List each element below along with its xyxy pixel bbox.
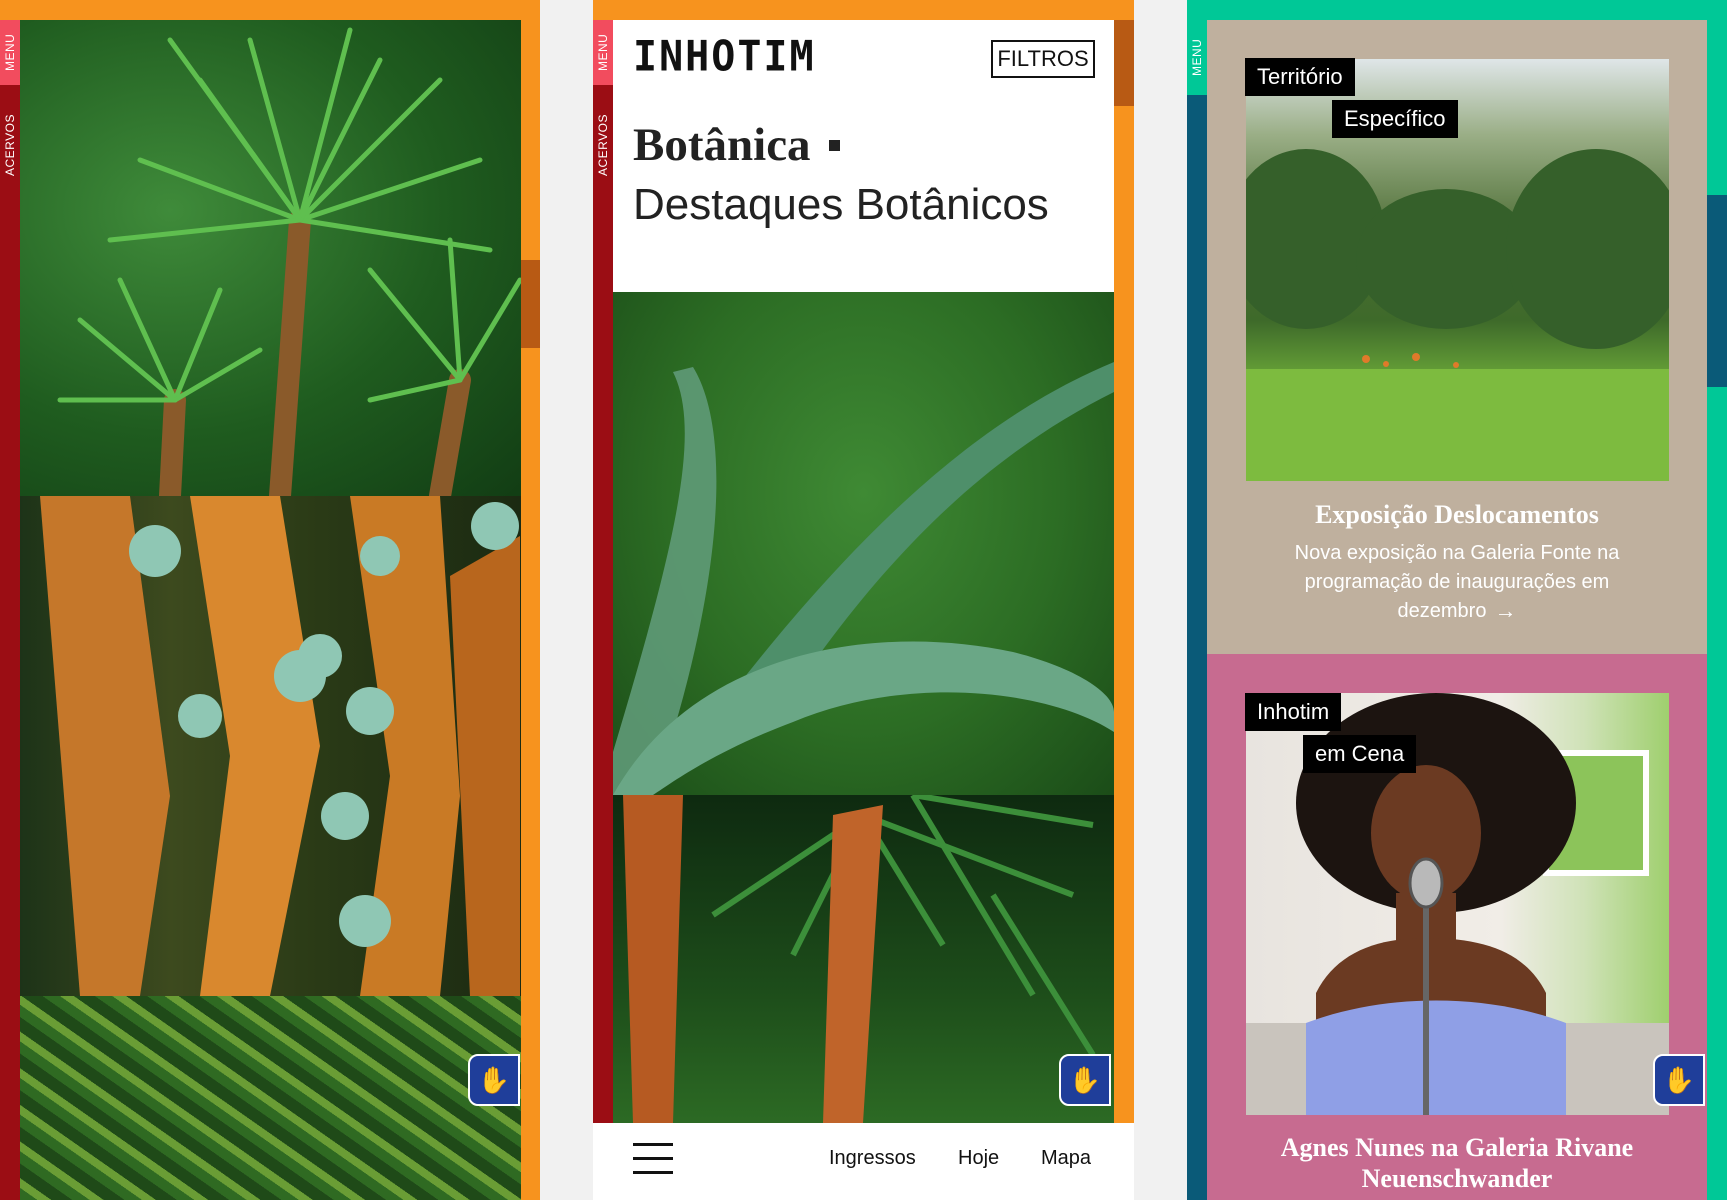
side-strip bbox=[1187, 95, 1207, 1200]
nav-hoje[interactable]: Hoje bbox=[958, 1147, 999, 1170]
accessibility-button[interactable]: ✋ bbox=[1653, 1054, 1705, 1106]
card-territorio[interactable]: Território Específico Exposição Deslocam… bbox=[1207, 20, 1707, 654]
scrollbar-thumb[interactable] bbox=[1114, 20, 1134, 106]
botanical-photo-palm-fruits[interactable] bbox=[20, 496, 521, 996]
landscape-illustration bbox=[1246, 149, 1669, 481]
card-desc-line-1: Nova exposição na Galeria Fonte na bbox=[1294, 542, 1620, 564]
acervos-label[interactable]: ACERVOS bbox=[0, 90, 20, 200]
acervos-tab[interactable] bbox=[0, 85, 20, 1200]
sign-language-icon: ✋ bbox=[477, 1064, 511, 1095]
card-title[interactable]: Exposição Deslocamentos bbox=[1207, 500, 1707, 530]
menu-label[interactable]: MENU bbox=[0, 20, 20, 85]
botanical-photo-palms[interactable] bbox=[613, 795, 1114, 1123]
acervos-tab[interactable] bbox=[593, 85, 613, 1125]
card-tag-2: em Cena bbox=[1303, 735, 1417, 773]
top-bar bbox=[1187, 0, 1727, 20]
card-title-line-2[interactable]: Neuenschwander bbox=[1207, 1164, 1707, 1194]
screen-botanica: MENU ACERVOS INHOTIM FILTROS Botânica De… bbox=[593, 0, 1134, 1200]
top-bar bbox=[0, 0, 540, 20]
card-desc-line-2: programação de inaugurações em bbox=[1304, 571, 1610, 593]
header: INHOTIM FILTROS Botânica Destaques Botân… bbox=[613, 20, 1114, 292]
botanical-photo-canopy[interactable] bbox=[20, 996, 521, 1200]
accessibility-button[interactable]: ✋ bbox=[468, 1054, 520, 1106]
arrow-right-icon[interactable]: → bbox=[1494, 598, 1516, 624]
menu-label[interactable]: MENU bbox=[1187, 20, 1207, 95]
acervos-label[interactable]: ACERVOS bbox=[593, 90, 613, 200]
logo[interactable]: INHOTIM bbox=[633, 33, 816, 81]
filter-button[interactable]: FILTROS bbox=[991, 40, 1095, 78]
page-title: Botânica bbox=[633, 119, 811, 171]
botanical-photo-leaf[interactable] bbox=[613, 292, 1114, 795]
card-title-line-1[interactable]: Agnes Nunes na Galeria Rivane bbox=[1207, 1133, 1707, 1163]
card-tag-1: Território bbox=[1245, 58, 1355, 96]
pine-illustration bbox=[57, 27, 521, 496]
hamburger-icon[interactable] bbox=[633, 1143, 673, 1175]
bottom-nav: Ingressos Hoje Mapa bbox=[593, 1123, 1134, 1200]
nav-ingressos[interactable]: Ingressos bbox=[829, 1147, 916, 1170]
scrollbar-thumb[interactable] bbox=[1707, 195, 1727, 387]
palms-illustration bbox=[623, 795, 1096, 1123]
card-inhotim-em-cena[interactable]: Inhotim em Cena Agnes Nunes na Galeria R… bbox=[1207, 654, 1707, 1200]
nav-mapa[interactable]: Mapa bbox=[1041, 1147, 1091, 1170]
accessibility-button[interactable]: ✋ bbox=[1059, 1054, 1111, 1106]
palm-fruits-illustration bbox=[40, 496, 520, 996]
sign-language-icon: ✋ bbox=[1662, 1064, 1696, 1095]
square-bullet-icon bbox=[828, 139, 840, 151]
card-tag-2: Específico bbox=[1332, 100, 1458, 138]
menu-label[interactable]: MENU bbox=[593, 20, 613, 85]
leaf-illustration bbox=[613, 362, 1114, 795]
botanical-photo-pine[interactable] bbox=[20, 20, 521, 496]
scrollbar-thumb[interactable] bbox=[521, 260, 540, 348]
screen-destaques: MENU Território Específico Exposição Des… bbox=[1187, 0, 1727, 1200]
page-subtitle: Destaques Botânicos bbox=[633, 180, 1049, 229]
card-desc-last-row: dezembro → bbox=[1207, 598, 1707, 624]
card-tag-1: Inhotim bbox=[1245, 693, 1342, 731]
screen-acervos: MENU ACERVOS ✋ bbox=[0, 0, 540, 1200]
sign-language-icon: ✋ bbox=[1068, 1064, 1102, 1095]
page-title-row: Botânica bbox=[633, 118, 840, 172]
card-desc-line-3: dezembro bbox=[1397, 599, 1487, 622]
card-photo-landscape bbox=[1246, 59, 1669, 481]
